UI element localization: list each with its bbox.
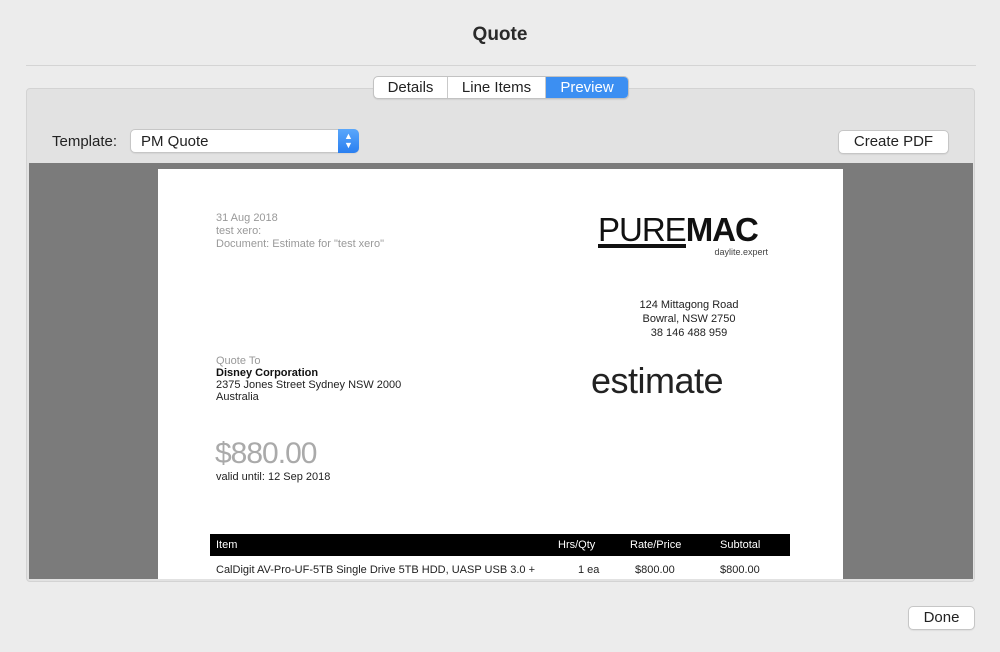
address-line: Bowral, NSW 2750 <box>642 313 736 325</box>
header-qty: Hrs/Qty <box>558 539 596 551</box>
document-description: Document: Estimate for "test xero" <box>216 238 384 250</box>
tab-details[interactable]: Details <box>374 77 448 98</box>
address-line: 124 Mittagong Road <box>639 299 739 311</box>
quote-to-label: Quote To <box>216 355 261 367</box>
table-row: CalDigit AV-Pro-UF-5TB Single Drive 5TB … <box>210 559 790 579</box>
client-address: 2375 Jones Street Sydney NSW 2000 <box>216 379 402 391</box>
header-subtotal: Subtotal <box>720 539 761 551</box>
row-item: CalDigit AV-Pro-UF-5TB Single Drive 5TB … <box>216 564 535 576</box>
quote-to-block: Quote To Disney Corporation 2375 Jones S… <box>216 355 401 403</box>
stepper-arrows-icon: ▲ ▼ <box>338 129 359 153</box>
address-line: 38 146 488 959 <box>650 327 728 339</box>
row-subtotal: $800.00 <box>720 564 760 576</box>
company-logo: PUREMAC daylite.expert <box>598 211 770 261</box>
tab-bar: Details Line Items Preview <box>373 76 629 99</box>
document-type: estimate <box>591 360 724 401</box>
document-contact: test xero: <box>216 225 262 237</box>
company-address: 124 Mittagong Road Bowral, NSW 2750 38 1… <box>578 298 800 340</box>
logo-pure: PURE <box>598 211 687 248</box>
done-button[interactable]: Done <box>908 606 975 630</box>
template-select[interactable]: PM Quote ▲ ▼ <box>130 129 359 153</box>
logo-tagline: daylite.expert <box>714 247 768 257</box>
row-rate: $800.00 <box>635 564 675 576</box>
title-divider <box>26 65 976 66</box>
row-qty: 1 ea <box>578 564 600 576</box>
header-item: Item <box>216 539 238 551</box>
tab-preview[interactable]: Preview <box>546 77 628 98</box>
valid-until: valid until: 12 Sep 2018 <box>216 471 331 483</box>
line-items-header: Item Hrs/Qty Rate/Price Subtotal <box>210 534 790 556</box>
client-name: Disney Corporation <box>216 367 319 379</box>
logo-mac: MAC <box>685 211 759 248</box>
client-country: Australia <box>216 391 259 403</box>
tab-line-items[interactable]: Line Items <box>448 77 546 98</box>
template-select-value: PM Quote <box>141 133 209 150</box>
total-amount: $880.00 <box>215 437 317 470</box>
create-pdf-button[interactable]: Create PDF <box>838 130 949 154</box>
window-title: Quote <box>472 24 528 45</box>
document-meta: 31 Aug 2018 test xero: Document: Estimat… <box>216 212 384 251</box>
header-rate: Rate/Price <box>630 539 682 551</box>
preview-area[interactable]: 31 Aug 2018 test xero: Document: Estimat… <box>29 163 973 579</box>
template-label: Template: <box>52 133 118 150</box>
document-date: 31 Aug 2018 <box>216 212 278 224</box>
logo-bar <box>598 244 686 248</box>
document-page: 31 Aug 2018 test xero: Document: Estimat… <box>158 169 843 579</box>
